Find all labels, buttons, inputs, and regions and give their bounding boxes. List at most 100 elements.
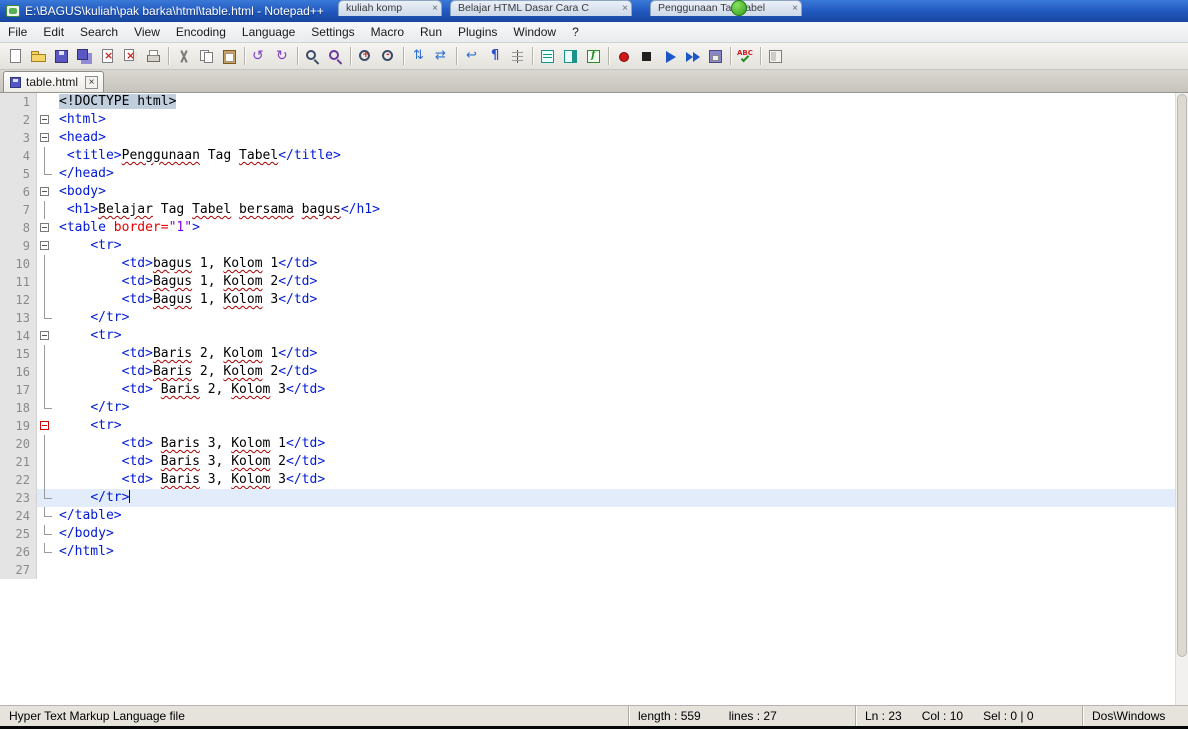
code-line[interactable]: 20 <td> Baris 3, Kolom 1</td> <box>0 435 1188 453</box>
fold-collapse-icon[interactable] <box>40 241 49 250</box>
fold-margin[interactable] <box>37 183 55 201</box>
code-line[interactable]: 26 </html> <box>0 543 1188 561</box>
panels-button[interactable] <box>764 45 787 68</box>
code-line[interactable]: 15 <td>Baris 2, Kolom 1</td> <box>0 345 1188 363</box>
code-text[interactable]: <td> Baris 3, Kolom 2</td> <box>55 453 1188 471</box>
fold-collapse-icon[interactable] <box>40 187 49 196</box>
code-line[interactable]: 14 <tr> <box>0 327 1188 345</box>
code-text[interactable]: </tr> <box>55 489 1188 507</box>
undo-button[interactable] <box>248 45 271 68</box>
code-text[interactable]: <table border="1"> <box>55 219 1188 237</box>
save-all-button[interactable] <box>73 45 96 68</box>
code-line[interactable]: 24 </table> <box>0 507 1188 525</box>
fold-collapse-icon[interactable] <box>40 115 49 124</box>
close-icon[interactable]: × <box>432 1 438 16</box>
code-line[interactable]: 22 <td> Baris 3, Kolom 3</td> <box>0 471 1188 489</box>
fold-collapse-icon[interactable] <box>40 133 49 142</box>
code-line[interactable]: 18 </tr> <box>0 399 1188 417</box>
tab-table-html[interactable]: table.html × <box>3 71 105 92</box>
macro-stop-button[interactable] <box>635 45 658 68</box>
menu-language[interactable]: Language <box>234 22 303 42</box>
code-text[interactable]: <td>Baris 2, Kolom 2</td> <box>55 363 1188 381</box>
code-line[interactable]: 10 <td>bagus 1, Kolom 1</td> <box>0 255 1188 273</box>
menu-macro[interactable]: Macro <box>363 22 412 42</box>
menu-view[interactable]: View <box>126 22 168 42</box>
browser-tab[interactable]: Belajar HTML Dasar Cara C × <box>450 0 632 16</box>
replace-button[interactable] <box>324 45 347 68</box>
spell-check-button[interactable] <box>734 45 757 68</box>
close-icon[interactable]: × <box>792 1 798 16</box>
code-text[interactable]: <tr> <box>55 417 1188 435</box>
fold-margin[interactable] <box>37 237 55 255</box>
find-button[interactable] <box>301 45 324 68</box>
code-text[interactable]: </html> <box>55 543 1188 561</box>
save-button[interactable] <box>50 45 73 68</box>
code-text[interactable]: <html> <box>55 111 1188 129</box>
code-text[interactable]: <td>Baris 2, Kolom 1</td> <box>55 345 1188 363</box>
code-line[interactable]: 1 <!DOCTYPE html> <box>0 93 1188 111</box>
menu-search[interactable]: Search <box>72 22 126 42</box>
fold-margin[interactable] <box>37 219 55 237</box>
zoom-out-button[interactable] <box>377 45 400 68</box>
code-line[interactable]: 16 <td>Baris 2, Kolom 2</td> <box>0 363 1188 381</box>
user-define-dialog-button[interactable] <box>536 45 559 68</box>
open-button[interactable] <box>27 45 50 68</box>
function-list-button[interactable] <box>582 45 605 68</box>
editor[interactable]: 1 <!DOCTYPE html> 2 <html> 3 <head> 4 <title>P… <box>0 93 1188 705</box>
code-text[interactable]: <title>Penggunaan Tag Tabel</title> <box>55 147 1188 165</box>
word-wrap-button[interactable] <box>460 45 483 68</box>
code-line[interactable]: 19 <tr> <box>0 417 1188 435</box>
code-line[interactable]: 17 <td> Baris 2, Kolom 3</td> <box>0 381 1188 399</box>
code-text[interactable]: <td> Baris 3, Kolom 1</td> <box>55 435 1188 453</box>
fold-collapse-icon[interactable] <box>40 421 49 430</box>
code-text[interactable]: </body> <box>55 525 1188 543</box>
indent-guide-button[interactable] <box>506 45 529 68</box>
code-line[interactable]: 27 <box>0 561 1188 579</box>
code-text[interactable]: <tr> <box>55 327 1188 345</box>
menu-plugins[interactable]: Plugins <box>450 22 505 42</box>
close-button[interactable] <box>96 45 119 68</box>
macro-play-button[interactable] <box>658 45 681 68</box>
close-icon[interactable]: × <box>622 1 628 16</box>
code-line[interactable]: 7 <h1>Belajar Tag Tabel bersama bagus</h… <box>0 201 1188 219</box>
redo-button[interactable] <box>271 45 294 68</box>
fold-margin[interactable] <box>37 327 55 345</box>
code-line[interactable]: 4 <title>Penggunaan Tag Tabel</title> <box>0 147 1188 165</box>
close-all-button[interactable] <box>119 45 142 68</box>
code-line[interactable]: 3 <head> <box>0 129 1188 147</box>
code-text[interactable]: <tr> <box>55 237 1188 255</box>
code-line[interactable]: 6 <body> <box>0 183 1188 201</box>
code-line[interactable]: 21 <td> Baris 3, Kolom 2</td> <box>0 453 1188 471</box>
code-text[interactable]: </table> <box>55 507 1188 525</box>
menu-file[interactable]: File <box>0 22 35 42</box>
macro-save-button[interactable] <box>704 45 727 68</box>
vertical-scrollbar[interactable] <box>1175 93 1188 705</box>
code-line[interactable]: 25 </body> <box>0 525 1188 543</box>
copy-button[interactable] <box>195 45 218 68</box>
code-line[interactable]: 8 <table border="1"> <box>0 219 1188 237</box>
code-text[interactable]: <td>Bagus 1, Kolom 3</td> <box>55 291 1188 309</box>
menu-window[interactable]: Window <box>505 22 564 42</box>
code-line[interactable]: 5 </head> <box>0 165 1188 183</box>
tab-close-icon[interactable]: × <box>85 75 99 89</box>
code-text[interactable]: </head> <box>55 165 1188 183</box>
status-eol-pane[interactable]: Dos\Windows <box>1082 706 1188 726</box>
macro-record-button[interactable] <box>612 45 635 68</box>
code-text[interactable]: </tr> <box>55 309 1188 327</box>
macro-run-multiple-button[interactable] <box>681 45 704 68</box>
code-text[interactable]: <td> Baris 3, Kolom 3</td> <box>55 471 1188 489</box>
code-text[interactable]: <body> <box>55 183 1188 201</box>
code-text[interactable]: <td>bagus 1, Kolom 1</td> <box>55 255 1188 273</box>
menu-edit[interactable]: Edit <box>35 22 72 42</box>
show-all-characters-button[interactable] <box>483 45 506 68</box>
code-line[interactable]: 13 </tr> <box>0 309 1188 327</box>
browser-tab[interactable]: Penggunaan Tag Tabel × <box>650 0 802 16</box>
sync-scroll-horizontal-button[interactable] <box>430 45 453 68</box>
print-button[interactable] <box>142 45 165 68</box>
fold-margin[interactable] <box>37 129 55 147</box>
code-line[interactable]: 12 <td>Bagus 1, Kolom 3</td> <box>0 291 1188 309</box>
code-text[interactable] <box>55 561 1188 579</box>
fold-collapse-icon[interactable] <box>40 331 49 340</box>
paste-button[interactable] <box>218 45 241 68</box>
fold-collapse-icon[interactable] <box>40 223 49 232</box>
